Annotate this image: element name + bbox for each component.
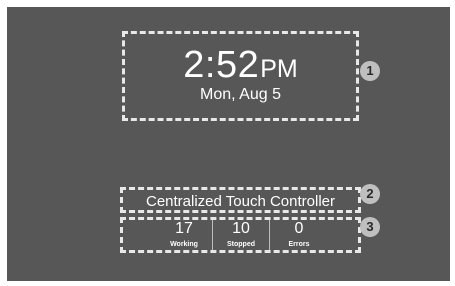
stat-working-label: Working — [170, 241, 198, 248]
stat-working-value: 17 — [175, 220, 193, 237]
callout-badge-3: 3 — [360, 217, 380, 237]
stat-errors-label: Errors — [288, 241, 310, 248]
clock-date: Mon, Aug 5 — [200, 86, 281, 103]
callout-badge-1: 1 — [360, 61, 380, 81]
stat-working[interactable]: 17 Working — [123, 220, 211, 250]
status-summary: 17 Working 10 Stopped 0 Errors — [120, 217, 361, 253]
stat-stopped[interactable]: 10 Stopped — [212, 220, 269, 250]
controller-title-bar: Centralized Touch Controller — [120, 187, 361, 213]
controller-screen: 2:52PM Mon, Aug 5 Centralized Touch Cont… — [7, 7, 450, 281]
clock-widget: 2:52PM Mon, Aug 5 — [122, 31, 359, 121]
clock-hours-minutes: 2:52 — [183, 44, 260, 86]
clock-ampm: PM — [260, 55, 298, 83]
controller-title: Centralized Touch Controller — [146, 193, 335, 210]
stat-stopped-value: 10 — [232, 220, 250, 237]
stat-errors[interactable]: 0 Errors — [269, 220, 328, 250]
clock-time: 2:52PM — [125, 44, 356, 87]
stat-errors-value: 0 — [294, 220, 304, 237]
stat-stopped-label: Stopped — [227, 241, 255, 248]
callout-badge-2: 2 — [360, 184, 380, 204]
